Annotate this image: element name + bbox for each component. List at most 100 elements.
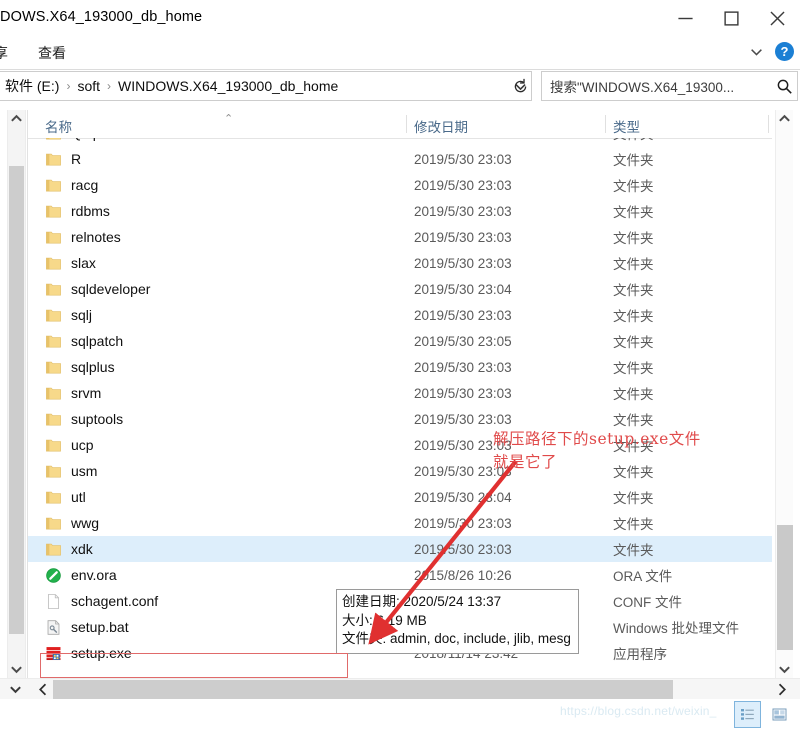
file-name-cell[interactable]: sqlj <box>45 307 92 324</box>
file-name-cell[interactable]: slax <box>45 255 96 272</box>
file-list-scrollbar[interactable] <box>775 110 793 678</box>
file-row[interactable]: env.ora 2015/8/26 10:26 ORA 文件 <box>28 562 772 588</box>
file-date-cell: 2019/5/30 23:03 <box>414 151 512 167</box>
chevron-left-icon[interactable] <box>33 679 53 700</box>
file-date-cell: 2019/5/30 23:03 <box>414 138 512 141</box>
file-name-cell[interactable]: wwg <box>45 515 99 532</box>
file-name-label: rdbms <box>71 203 110 219</box>
file-type-cell: 文件夹 <box>613 138 654 143</box>
maximize-button[interactable] <box>708 0 754 36</box>
file-name-label: xdk <box>71 541 93 557</box>
search-input[interactable]: 搜索"WINDOWS.X64_19300... <box>542 76 771 96</box>
file-row[interactable]: racg 2019/5/30 23:03 文件夹 <box>28 172 772 198</box>
column-divider[interactable] <box>406 115 407 133</box>
file-row[interactable]: rdbms 2019/5/30 23:03 文件夹 <box>28 198 772 224</box>
breadcrumb-item-soft[interactable]: soft <box>77 78 100 94</box>
file-name-cell[interactable]: utl <box>45 489 86 506</box>
chevron-up-icon[interactable] <box>8 110 25 127</box>
help-button[interactable]: ? <box>775 42 794 61</box>
address-bar-row: 软件 (E:) › soft › WINDOWS.X64_193000_db_h… <box>0 71 800 103</box>
search-icon[interactable] <box>771 78 797 95</box>
folder-icon <box>46 138 61 139</box>
column-divider[interactable] <box>768 115 769 133</box>
file-type-cell: 文件夹 <box>613 179 654 194</box>
horizontal-scroll-track[interactable] <box>53 679 760 700</box>
chevron-up-icon[interactable] <box>776 110 793 127</box>
file-name-cell[interactable]: relnotes <box>45 229 121 246</box>
file-row[interactable]: slax 2019/5/30 23:03 文件夹 <box>28 250 772 276</box>
column-divider[interactable] <box>605 115 606 133</box>
file-date-cell: 2019/5/30 23:04 <box>414 281 512 297</box>
file-row[interactable]: sqlj 2019/5/30 23:03 文件夹 <box>28 302 772 328</box>
file-name-cell[interactable]: QOpatch <box>45 138 127 142</box>
file-name-cell[interactable]: setup.bat <box>45 619 129 636</box>
file-name-cell[interactable]: rdbms <box>45 203 110 220</box>
file-name-cell[interactable]: sqlplus <box>45 359 115 376</box>
file-type-cell: Windows 批处理文件 <box>613 621 740 636</box>
nav-pane-scrollbar[interactable] <box>7 110 26 678</box>
file-name-cell[interactable]: srvm <box>45 385 101 402</box>
refresh-icon <box>514 78 526 92</box>
close-icon <box>769 10 785 26</box>
close-button[interactable] <box>754 0 800 36</box>
file-name-label: racg <box>71 177 99 193</box>
chevron-right-icon[interactable] <box>770 679 792 700</box>
annotation-line-1: 解压路径下的setup.exe文件 <box>493 430 701 448</box>
file-row[interactable]: usm 2019/5/30 23:03 文件夹 <box>28 458 772 484</box>
horizontal-scrollbar[interactable] <box>0 678 800 700</box>
file-type-cell: 文件夹 <box>613 517 654 532</box>
file-type-cell: 文件夹 <box>613 413 654 428</box>
file-name-cell[interactable]: ucp <box>45 437 94 454</box>
sort-ascending-icon: ⌃ <box>224 113 234 125</box>
file-row[interactable]: sqldeveloper 2019/5/30 23:04 文件夹 <box>28 276 772 302</box>
file-name-cell[interactable]: sqldeveloper <box>45 281 150 298</box>
folder-icon <box>46 335 61 347</box>
file-row[interactable]: QOpatch 2019/5/30 23:03 文件夹 <box>28 138 772 146</box>
large-icons-view-button[interactable] <box>767 702 792 727</box>
file-row[interactable]: sqlpatch 2019/5/30 23:05 文件夹 <box>28 328 772 354</box>
chevron-down-icon[interactable] <box>5 679 25 700</box>
minimize-button[interactable] <box>662 0 708 36</box>
details-view-button[interactable] <box>734 701 761 728</box>
file-row[interactable]: wwg 2019/5/30 23:03 文件夹 <box>28 510 772 536</box>
file-name-cell[interactable]: suptools <box>45 411 123 428</box>
chevron-down-icon[interactable] <box>776 661 793 678</box>
column-header-name[interactable]: 名称 <box>45 116 72 136</box>
file-row[interactable]: utl 2019/5/30 23:04 文件夹 <box>28 484 772 510</box>
file-name-cell[interactable]: R <box>45 151 81 168</box>
file-list-scrollbar-thumb[interactable] <box>777 525 793 650</box>
nav-scrollbar-thumb[interactable] <box>9 166 24 634</box>
address-bar[interactable]: 软件 (E:) › soft › WINDOWS.X64_193000_db_h… <box>0 71 532 101</box>
file-name-cell[interactable]: env.ora <box>45 567 117 584</box>
file-row[interactable]: R 2019/5/30 23:03 文件夹 <box>28 146 772 172</box>
horizontal-scrollbar-thumb[interactable] <box>53 680 673 699</box>
chevron-down-icon[interactable] <box>748 43 765 60</box>
file-name-label: R <box>71 151 82 167</box>
tooltip-created-date: 创建日期: 2020/5/24 13:37 <box>342 594 502 609</box>
ora-file-icon <box>46 567 61 583</box>
large-icons-view-icon <box>772 708 787 721</box>
file-row[interactable]: srvm 2019/5/30 23:03 文件夹 <box>28 380 772 406</box>
blank-file-icon <box>47 593 60 609</box>
breadcrumb-item-current[interactable]: WINDOWS.X64_193000_db_home <box>118 78 338 94</box>
tab-view[interactable]: 查看 <box>38 43 66 63</box>
view-mode-buttons <box>734 701 792 728</box>
file-row[interactable]: relnotes 2019/5/30 23:03 文件夹 <box>28 224 772 250</box>
column-header-type[interactable]: 类型 <box>613 116 640 136</box>
file-row[interactable]: sqlplus 2019/5/30 23:03 文件夹 <box>28 354 772 380</box>
chevron-down-icon[interactable] <box>8 661 25 678</box>
file-row[interactable]: xdk 2019/5/30 23:03 文件夹 <box>28 536 772 562</box>
breadcrumb-item-drive[interactable]: 软件 (E:) <box>5 76 59 96</box>
file-name-cell[interactable]: sqlpatch <box>45 333 123 350</box>
search-box[interactable]: 搜索"WINDOWS.X64_19300... <box>541 71 798 101</box>
file-name-cell[interactable]: usm <box>45 463 97 480</box>
folder-icon <box>46 257 61 269</box>
file-name-cell[interactable]: racg <box>45 177 98 194</box>
file-name-cell[interactable]: xdk <box>45 541 93 558</box>
tab-share[interactable]: 享 <box>0 43 8 63</box>
file-name-cell[interactable]: schagent.conf <box>45 593 158 610</box>
column-header-date[interactable]: 修改日期 <box>414 116 468 136</box>
refresh-button[interactable] <box>509 75 531 97</box>
file-date-cell: 2019/5/30 23:03 <box>414 229 512 245</box>
setup-exe-highlight-box <box>40 653 348 678</box>
